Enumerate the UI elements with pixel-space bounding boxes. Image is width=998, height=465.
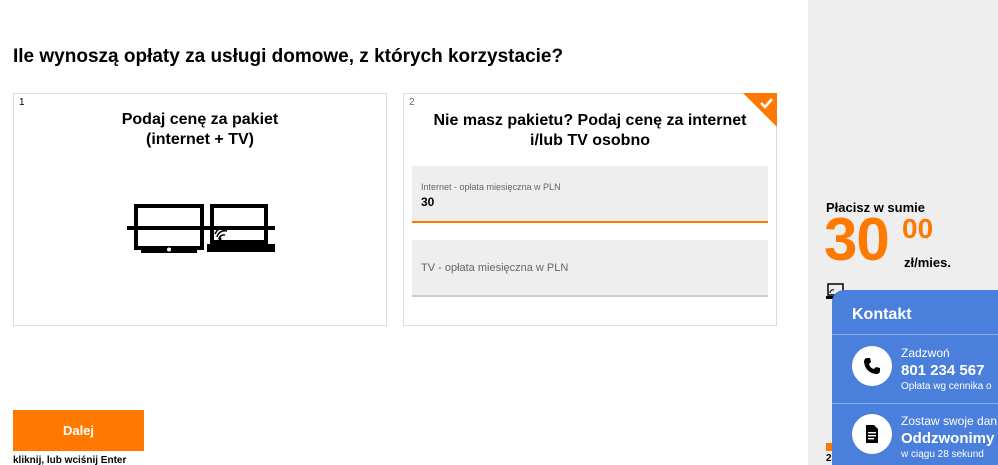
phone-icon — [852, 346, 892, 386]
option-card-package[interactable]: 1 Podaj cenę za pakiet (internet + TV) — [13, 93, 387, 326]
contact-divider — [832, 334, 998, 335]
callback-option[interactable]: Zostaw swoje dan Oddzwonimy w ciągu 28 s… — [832, 403, 998, 463]
main-content: Ile wynoszą opłaty za usługi domowe, z k… — [0, 0, 808, 465]
internet-price-field[interactable]: Internet - opłata miesięczna w PLN 30 — [412, 166, 768, 223]
card-title: Nie masz pakietu? Podaj cenę za internet… — [404, 111, 776, 151]
card-title-line2: (internet + TV) — [145, 131, 254, 148]
total-price-integer: 30 — [824, 206, 890, 273]
call-label: Zadzwoń — [901, 346, 950, 360]
document-icon — [852, 414, 892, 454]
internet-price-label: Internet - opłata miesięczna w PLN — [421, 182, 561, 192]
card-title-line1: Podaj cenę za pakiet — [121, 111, 279, 128]
tv-price-field[interactable]: TV - opłata miesięczna w PLN — [412, 240, 768, 297]
option-card-separate[interactable]: 2 Nie masz pakietu? Podaj cenę za intern… — [403, 93, 777, 326]
callback-note: w ciągu 28 sekund — [901, 449, 984, 460]
card-title: Podaj cenę za pakiet (internet + TV) — [14, 110, 386, 150]
tv-and-laptop-icon — [127, 204, 275, 253]
page-question: Ile wynoszą opłaty za usługi domowe, z k… — [13, 46, 564, 67]
card-title-line1: Nie masz pakietu? Podaj cenę za internet — [433, 112, 747, 129]
card-number: 1 — [19, 97, 25, 108]
card-number: 2 — [409, 97, 415, 108]
enter-hint: kliknij, lub wciśnij Enter — [13, 455, 127, 465]
sidebar-step-number: 2 — [826, 453, 832, 464]
next-button[interactable]: Dalej — [13, 410, 144, 451]
internet-price-value[interactable]: 30 — [421, 195, 434, 209]
total-price-decimal: 00 — [902, 213, 934, 244]
callback-action[interactable]: Oddzwonimy — [901, 430, 994, 447]
card-title-line2: i/lub TV osobno — [530, 132, 650, 149]
contact-title: Kontakt — [852, 306, 912, 323]
call-option[interactable]: Zadzwoń 801 234 567 Opłata wg cennika o — [832, 336, 998, 396]
call-phone-number[interactable]: 801 234 567 — [901, 362, 984, 379]
tv-price-placeholder[interactable]: TV - opłata miesięczna w PLN — [421, 262, 568, 274]
call-note: Opłata wg cennika o — [901, 381, 992, 392]
callback-label: Zostaw swoje dan — [901, 414, 998, 428]
total-price-unit: zł/mies. — [904, 255, 951, 270]
contact-widget: Kontakt Zadzwoń 801 234 567 Opłata wg ce… — [832, 290, 998, 465]
